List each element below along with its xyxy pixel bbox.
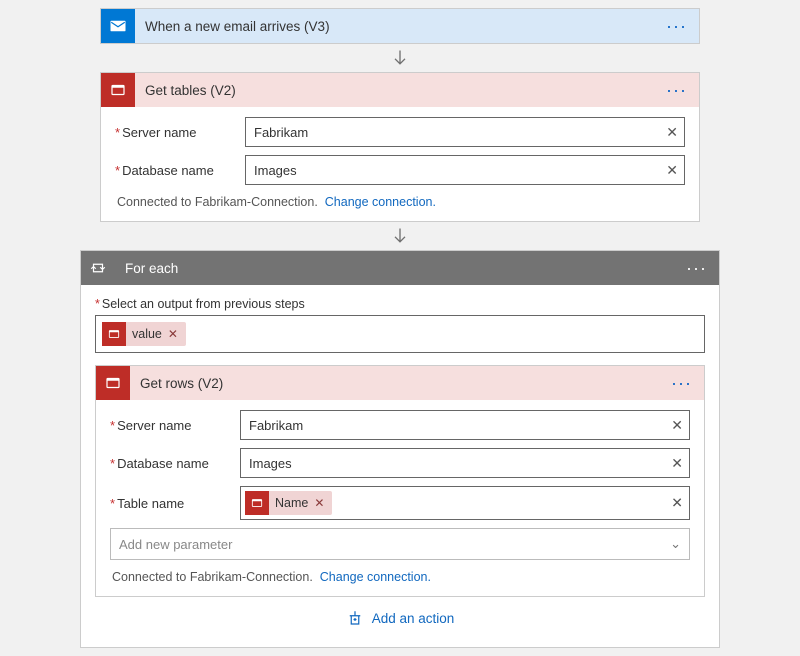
sql-icon	[96, 366, 130, 400]
loop-icon	[81, 251, 115, 285]
change-connection-link[interactable]: Change connection.	[325, 195, 436, 209]
connector-arrow	[0, 222, 800, 250]
server-name-label: *Server name	[115, 125, 245, 140]
foreach-more-button[interactable]: ···	[682, 258, 711, 279]
value-token[interactable]: value ✕	[102, 322, 186, 346]
database-name-input[interactable]: Images ✕	[245, 155, 685, 185]
get-rows-card: Get rows (V2) ··· *Server name Fabrikam …	[95, 365, 705, 597]
sql-icon	[102, 322, 126, 346]
table-name-input[interactable]: Name ✕ ✕	[240, 486, 690, 520]
get-rows-title: Get rows (V2)	[130, 376, 667, 391]
sql-icon	[101, 73, 135, 107]
add-parameter-dropdown[interactable]: Add new parameter ⌄	[110, 528, 690, 560]
foreach-title: For each	[115, 261, 682, 276]
get-tables-card: Get tables (V2) ··· *Server name Fabrika…	[100, 72, 700, 222]
chevron-down-icon: ⌄	[670, 536, 681, 552]
connection-status: Connected to Fabrikam-Connection. Change…	[110, 568, 690, 586]
add-step-icon	[346, 609, 364, 627]
get-rows-more-button[interactable]: ···	[667, 373, 696, 394]
connection-status: Connected to Fabrikam-Connection. Change…	[115, 193, 685, 211]
trigger-title: When a new email arrives (V3)	[135, 19, 662, 34]
clear-icon[interactable]: ✕	[671, 456, 683, 470]
trigger-header[interactable]: When a new email arrives (V3) ···	[101, 9, 699, 43]
get-tables-title: Get tables (V2)	[135, 83, 662, 98]
server-name-input[interactable]: Fabrikam ✕	[245, 117, 685, 147]
token-remove-icon[interactable]: ✕	[314, 496, 324, 510]
connector-arrow	[0, 44, 800, 72]
get-rows-header[interactable]: Get rows (V2) ···	[96, 366, 704, 400]
clear-icon[interactable]: ✕	[666, 125, 678, 139]
get-tables-header[interactable]: Get tables (V2) ···	[101, 73, 699, 107]
outlook-icon	[101, 9, 135, 43]
select-output-label: *Select an output from previous steps	[95, 297, 705, 311]
database-name-label: *Database name	[110, 456, 240, 471]
foreach-header[interactable]: For each ···	[81, 251, 719, 285]
table-name-label: *Table name	[110, 496, 240, 511]
get-tables-more-button[interactable]: ···	[662, 80, 691, 101]
clear-icon[interactable]: ✕	[671, 418, 683, 432]
database-name-label: *Database name	[115, 163, 245, 178]
trigger-card[interactable]: When a new email arrives (V3) ···	[100, 8, 700, 44]
token-remove-icon[interactable]: ✕	[168, 327, 178, 341]
add-action-button[interactable]: Add an action	[95, 597, 705, 633]
name-token[interactable]: Name ✕	[245, 491, 332, 515]
clear-icon[interactable]: ✕	[671, 495, 683, 512]
server-name-label: *Server name	[110, 418, 240, 433]
server-name-input[interactable]: Fabrikam ✕	[240, 410, 690, 440]
change-connection-link[interactable]: Change connection.	[320, 570, 431, 584]
sql-icon	[245, 491, 269, 515]
trigger-more-button[interactable]: ···	[662, 16, 691, 37]
clear-icon[interactable]: ✕	[666, 163, 678, 177]
database-name-input[interactable]: Images ✕	[240, 448, 690, 478]
select-output-input[interactable]: value ✕	[95, 315, 705, 353]
foreach-card: For each ··· *Select an output from prev…	[80, 250, 720, 648]
